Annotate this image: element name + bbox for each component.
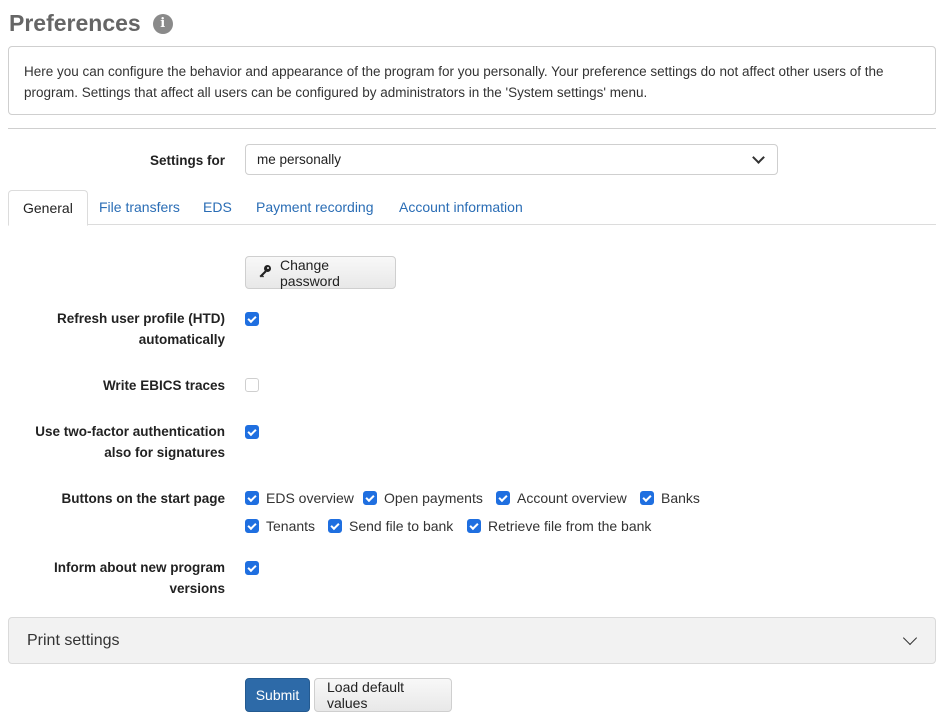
ebics-traces-label: Write EBICS traces <box>102 378 225 393</box>
new-versions-checkbox[interactable] <box>245 561 259 575</box>
start-option-account-overview-checkbox[interactable] <box>496 491 510 505</box>
print-settings-accordion[interactable]: Print settings <box>8 617 936 664</box>
start-option-eds-overview-label: EDS overview <box>266 490 354 506</box>
new-versions-label: Inform about new program versions <box>0 557 225 599</box>
description-box: Here you can configure the behavior and … <box>8 46 936 115</box>
start-option-send-file-checkbox[interactable] <box>328 519 342 533</box>
settings-for-value: me personally <box>257 152 342 167</box>
change-password-button[interactable]: Change password <box>245 256 396 289</box>
tab-payment-recording[interactable]: Payment recording <box>242 190 388 225</box>
settings-for-select[interactable]: me personally <box>245 144 778 175</box>
start-option-open-payments-label: Open payments <box>384 490 483 506</box>
settings-for-label: Settings for <box>149 153 225 168</box>
tab-general[interactable]: General <box>8 190 88 226</box>
two-factor-label: Use two-factor authentication also for s… <box>0 421 225 463</box>
two-factor-label-line1: Use two-factor authentication <box>35 424 225 439</box>
chevron-down-icon <box>902 630 918 645</box>
refresh-htd-checkbox[interactable] <box>245 312 259 326</box>
key-icon <box>258 264 272 281</box>
ebics-traces-checkbox[interactable] <box>245 378 259 392</box>
tab-file-transfers[interactable]: File transfers <box>85 190 194 225</box>
tab-eds[interactable]: EDS <box>189 190 246 225</box>
change-password-label: Change password <box>280 256 340 289</box>
new-versions-label-line2: versions <box>169 581 225 596</box>
submit-button[interactable]: Submit <box>245 678 310 712</box>
start-option-retrieve-file-label: Retrieve file from the bank <box>488 518 652 534</box>
start-option-send-file-label: Send file to bank <box>349 518 454 534</box>
refresh-htd-label: Refresh user profile (HTD) automatically <box>0 308 225 350</box>
start-option-retrieve-file-checkbox[interactable] <box>467 519 481 533</box>
start-option-banks-checkbox[interactable] <box>640 491 654 505</box>
refresh-htd-label-line1: Refresh user profile (HTD) <box>56 311 225 326</box>
info-icon[interactable]: i <box>152 13 173 34</box>
tab-bar: General File transfers EDS Payment recor… <box>8 190 936 226</box>
start-option-eds-overview-checkbox[interactable] <box>245 491 259 505</box>
two-factor-checkbox[interactable] <box>245 425 259 439</box>
start-option-tenants-label: Tenants <box>266 518 316 534</box>
start-option-open-payments-checkbox[interactable] <box>363 491 377 505</box>
page-title-text: Preferences <box>9 10 141 36</box>
start-option-tenants-checkbox[interactable] <box>245 519 259 533</box>
load-default-values-button[interactable]: Load default values <box>314 678 452 712</box>
tab-account-information[interactable]: Account information <box>385 190 537 225</box>
start-option-banks-label: Banks <box>661 490 700 506</box>
start-buttons-label: Buttons on the start page <box>61 491 225 506</box>
page-title: Preferences i <box>9 10 173 37</box>
chevron-down-icon <box>752 150 765 164</box>
print-settings-label: Print settings <box>27 631 120 649</box>
new-versions-label-line1: Inform about new program <box>53 560 225 575</box>
start-option-account-overview-label: Account overview <box>517 490 627 506</box>
load-default-values-label: Load default values <box>327 679 405 711</box>
divider <box>8 128 936 129</box>
two-factor-label-line2: also for signatures <box>104 445 225 460</box>
refresh-htd-label-line2: automatically <box>138 332 225 347</box>
